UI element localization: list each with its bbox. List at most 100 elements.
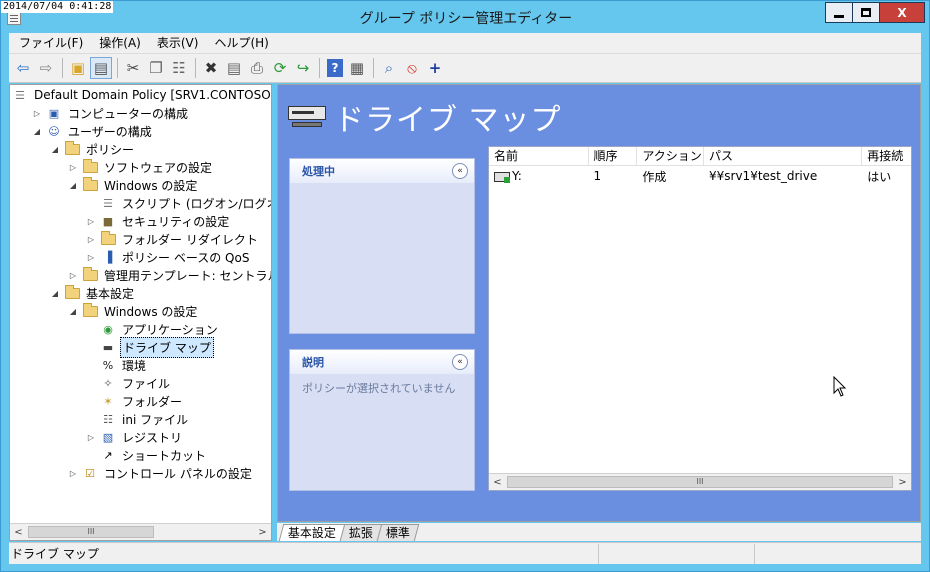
close-button[interactable]: X: [879, 2, 925, 23]
table-row[interactable]: Y: 1 作成 ¥¥srv1¥test_drive はい: [489, 167, 911, 185]
add-icon[interactable]: +: [424, 57, 446, 79]
cut-icon[interactable]: ✂: [122, 57, 144, 79]
title-bar[interactable]: グループ ポリシー管理エディター X: [1, 1, 930, 33]
tree-item[interactable]: ▷ ▧ レジストリ: [86, 428, 184, 446]
expand-arrow-icon[interactable]: ▷: [86, 235, 96, 244]
scroll-right-button[interactable]: >: [894, 474, 911, 490]
tree-item[interactable]: ▷ フォルダー リダイレクト: [86, 230, 260, 248]
tab-standard-label: 標準: [385, 526, 410, 540]
tree-item[interactable]: ▷ ■ セキュリティの設定: [86, 212, 231, 230]
processing-panel-header: 処理中 «: [290, 159, 474, 183]
print-icon[interactable]: ⎙: [246, 57, 268, 79]
details-pane: ドライブ マップ 処理中 « 説明 « ポリシーが選択されていません 名前 順序…: [277, 84, 921, 522]
maximize-button[interactable]: [852, 2, 880, 23]
scroll-left-button[interactable]: <: [10, 524, 27, 540]
status-bar: ドライブ マップ: [9, 542, 921, 564]
collapse-arrow-icon[interactable]: ◢: [68, 181, 78, 190]
tree-item-label: ポリシー ベースの QoS: [122, 250, 250, 265]
list-horizontal-scrollbar[interactable]: < III >: [489, 473, 911, 490]
collapse-arrow-icon[interactable]: ◢: [32, 127, 42, 136]
expand-arrow-icon[interactable]: ▷: [86, 433, 96, 442]
menu-help[interactable]: ヘルプ(H): [206, 33, 276, 53]
expand-arrow-icon[interactable]: ▷: [68, 163, 78, 172]
export-icon[interactable]: ↪: [292, 57, 314, 79]
expand-arrow-icon[interactable]: ▷: [32, 109, 42, 118]
processing-panel: 処理中 «: [289, 158, 475, 334]
view-tabs: 基本設定 拡張 標準: [277, 523, 921, 541]
forward-icon[interactable]: ⇨: [35, 57, 57, 79]
up-folder-icon[interactable]: ▣: [67, 57, 89, 79]
back-icon[interactable]: ⇦: [12, 57, 34, 79]
show-hide-tree-icon[interactable]: ▤: [90, 57, 112, 79]
tab-standard[interactable]: 標準: [376, 524, 420, 541]
properties-icon[interactable]: ▤: [223, 57, 245, 79]
tree-item[interactable]: ◢ ☺ ユーザーの構成: [32, 122, 154, 140]
tree-item[interactable]: ☷ ini ファイル: [86, 410, 190, 428]
menu-action[interactable]: 操作(A): [91, 33, 149, 53]
tree-item-label: セキュリティの設定: [122, 214, 230, 229]
column-header-path[interactable]: パス: [704, 147, 863, 165]
collapse-icon[interactable]: «: [452, 354, 468, 370]
tree-item[interactable]: ▷ 管理用テンプレート: セントラル ストアか: [68, 266, 271, 284]
minimize-button[interactable]: [825, 2, 853, 23]
menu-file[interactable]: ファイル(F): [11, 33, 91, 53]
tree-item[interactable]: ◢ Windows の設定: [68, 176, 199, 194]
tree-horizontal-scrollbar[interactable]: < III >: [10, 523, 271, 540]
collapse-icon[interactable]: «: [452, 163, 468, 179]
copy-icon[interactable]: ❐: [145, 57, 167, 79]
tree-item[interactable]: ▷ ソフトウェアの設定: [68, 158, 214, 176]
column-header-name[interactable]: 名前: [489, 147, 589, 165]
column-header-reconnect[interactable]: 再接続: [862, 147, 911, 165]
tree-item[interactable]: ▷ ▣ コンピューターの構成: [32, 104, 190, 122]
tree-item-label: ソフトウェアの設定: [104, 160, 213, 175]
tree-item[interactable]: ▷ ☑ コントロール パネルの設定: [68, 464, 254, 482]
help-icon[interactable]: ?: [327, 59, 343, 77]
expand-arrow-icon[interactable]: ▷: [68, 271, 78, 280]
tree-item[interactable]: ↗ ショートカット: [86, 446, 208, 464]
refresh-icon[interactable]: ⟳: [269, 57, 291, 79]
column-header-order[interactable]: 順序: [589, 147, 638, 165]
tree-item[interactable]: ☰ Default Domain Policy [SRV1.CONTOSO.: [12, 86, 271, 104]
tree-item[interactable]: % 環境: [86, 356, 148, 374]
expand-arrow-icon[interactable]: ▷: [86, 217, 96, 226]
tree-item[interactable]: ◉ アプリケーション: [86, 320, 220, 338]
tree-item[interactable]: ▷ ▐ ポリシー ベースの QoS: [86, 248, 251, 266]
list-header: 名前 順序 アクション パス 再接続: [489, 147, 911, 166]
scroll-thumb[interactable]: III: [28, 526, 154, 538]
tab-basic[interactable]: 基本設定: [278, 524, 346, 541]
minimize-icon: [834, 15, 844, 18]
tree-item[interactable]: ◢ 基本設定: [50, 284, 136, 302]
collapse-arrow-icon[interactable]: ◢: [50, 289, 60, 298]
column-header-action[interactable]: アクション: [637, 147, 704, 165]
registry-icon: ▧: [102, 430, 114, 444]
preview-icon[interactable]: ⌕: [378, 57, 400, 79]
environment-icon: %: [102, 358, 114, 372]
collapse-arrow-icon[interactable]: ◢: [68, 307, 78, 316]
scroll-thumb[interactable]: III: [507, 476, 893, 488]
tree-item[interactable]: ◢ ポリシー: [50, 140, 136, 158]
stop-icon[interactable]: ⦸: [401, 57, 423, 79]
tree-item[interactable]: ▬ ドライブ マップ: [86, 336, 214, 358]
tree-item-label: フォルダー: [122, 394, 183, 409]
tree-item[interactable]: ✶ フォルダー: [86, 392, 184, 410]
show-action-pane-icon[interactable]: ▦: [346, 57, 368, 79]
collapse-arrow-icon[interactable]: ◢: [50, 145, 60, 154]
folder-icon: [64, 284, 80, 300]
tree-item[interactable]: ✧ ファイル: [86, 374, 172, 392]
tree-item-label: レジストリ: [122, 430, 183, 445]
scroll-left-button[interactable]: <: [489, 474, 506, 490]
tab-extended[interactable]: 拡張: [339, 524, 383, 541]
scroll-right-button[interactable]: >: [254, 524, 271, 540]
paste-icon[interactable]: ☷: [168, 57, 190, 79]
drive-map-list[interactable]: 名前 順序 アクション パス 再接続 Y: 1 作成 ¥¥srv1¥test_d…: [488, 146, 912, 491]
menu-view[interactable]: 表示(V): [149, 33, 207, 53]
tree-pane[interactable]: ☰ Default Domain Policy [SRV1.CONTOSO. ▷ ▣ コ…: [9, 84, 272, 541]
tree-item-label: Windows の設定: [104, 304, 198, 319]
expand-arrow-icon[interactable]: ▷: [68, 469, 78, 478]
status-cell-2: [599, 543, 755, 564]
tree-item[interactable]: ☰ スクリプト (ログオン/ログオフ): [86, 194, 271, 212]
tree-item[interactable]: ◢ Windows の設定: [68, 302, 199, 320]
delete-icon[interactable]: ✖: [200, 57, 222, 79]
folder-icon: [64, 140, 80, 156]
expand-arrow-icon[interactable]: ▷: [86, 253, 96, 262]
